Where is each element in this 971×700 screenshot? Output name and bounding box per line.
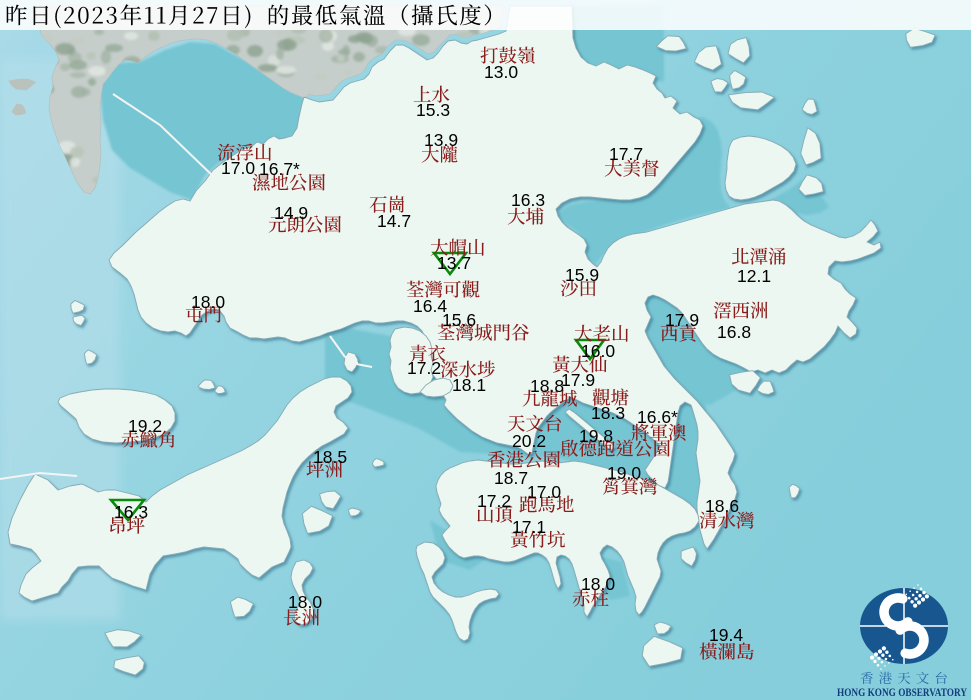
svg-text:17.1: 17.1 bbox=[512, 517, 546, 537]
svg-text:18.8: 18.8 bbox=[530, 376, 564, 396]
svg-text:17.7: 17.7 bbox=[609, 144, 643, 164]
svg-text:19.8: 19.8 bbox=[579, 426, 613, 446]
svg-text:15.3: 15.3 bbox=[416, 100, 450, 120]
svg-text:15.9: 15.9 bbox=[565, 265, 599, 285]
svg-text:16.6*: 16.6* bbox=[637, 407, 678, 427]
svg-text:17.0: 17.0 bbox=[221, 158, 255, 178]
svg-text:17.2: 17.2 bbox=[477, 491, 511, 511]
svg-text:14.7: 14.7 bbox=[377, 211, 411, 231]
svg-text:16.0: 16.0 bbox=[581, 341, 615, 361]
svg-text:18.1: 18.1 bbox=[452, 375, 486, 395]
svg-text:18.6: 18.6 bbox=[705, 496, 739, 516]
svg-text:16.7*: 16.7* bbox=[259, 159, 300, 179]
svg-text:18.0: 18.0 bbox=[191, 292, 225, 312]
svg-text:16.8: 16.8 bbox=[717, 322, 751, 342]
svg-text:14.9: 14.9 bbox=[274, 203, 308, 223]
svg-text:HONG KONG OBSERVATORY: HONG KONG OBSERVATORY bbox=[837, 687, 968, 699]
svg-text:18.7: 18.7 bbox=[494, 468, 528, 488]
svg-text:13.7: 13.7 bbox=[437, 253, 471, 273]
svg-text:19.4: 19.4 bbox=[709, 625, 743, 645]
svg-text:19.0: 19.0 bbox=[607, 463, 641, 483]
svg-text:19.2: 19.2 bbox=[128, 416, 162, 436]
svg-text:18.3: 18.3 bbox=[591, 403, 625, 423]
svg-text:18.0: 18.0 bbox=[581, 574, 615, 594]
svg-text:18.5: 18.5 bbox=[313, 447, 347, 467]
svg-text:13.0: 13.0 bbox=[484, 62, 518, 82]
svg-text:18.0: 18.0 bbox=[288, 592, 322, 612]
svg-text:16.3: 16.3 bbox=[511, 190, 545, 210]
svg-text:13.9: 13.9 bbox=[424, 130, 458, 150]
svg-text:17.9: 17.9 bbox=[665, 310, 699, 330]
svg-text:17.9: 17.9 bbox=[561, 370, 595, 390]
svg-text:12.1: 12.1 bbox=[737, 266, 771, 286]
svg-text:17.2: 17.2 bbox=[407, 358, 441, 378]
svg-text:20.2: 20.2 bbox=[512, 431, 546, 451]
svg-text:16.3: 16.3 bbox=[114, 502, 148, 522]
svg-text:17.0: 17.0 bbox=[527, 482, 561, 502]
svg-text:15.6: 15.6 bbox=[442, 310, 476, 330]
